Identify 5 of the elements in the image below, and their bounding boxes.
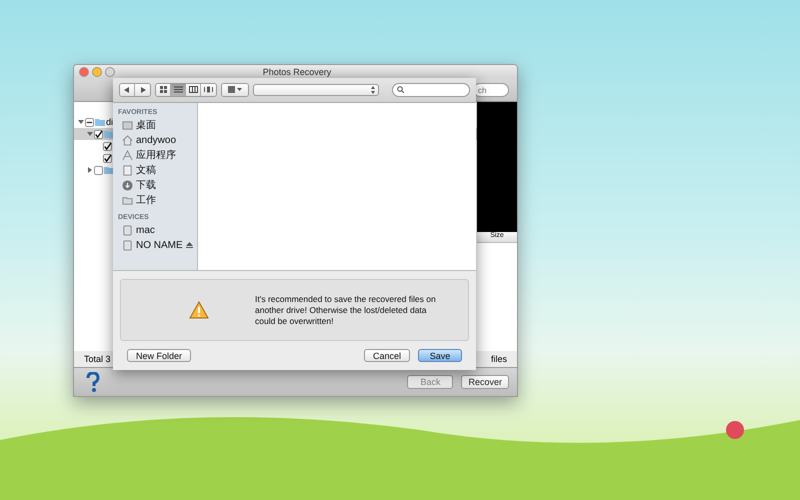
status-text: Total 3 — [84, 354, 111, 364]
warning-message: It's recommended to save the recovered files on another drive! Otherwise the lost/deleted data could be overwritten! — [255, 294, 437, 326]
folder-name: di — [106, 117, 114, 127]
status-text: files — [490, 354, 507, 364]
window-title: Photos Recovery — [262, 67, 332, 77]
